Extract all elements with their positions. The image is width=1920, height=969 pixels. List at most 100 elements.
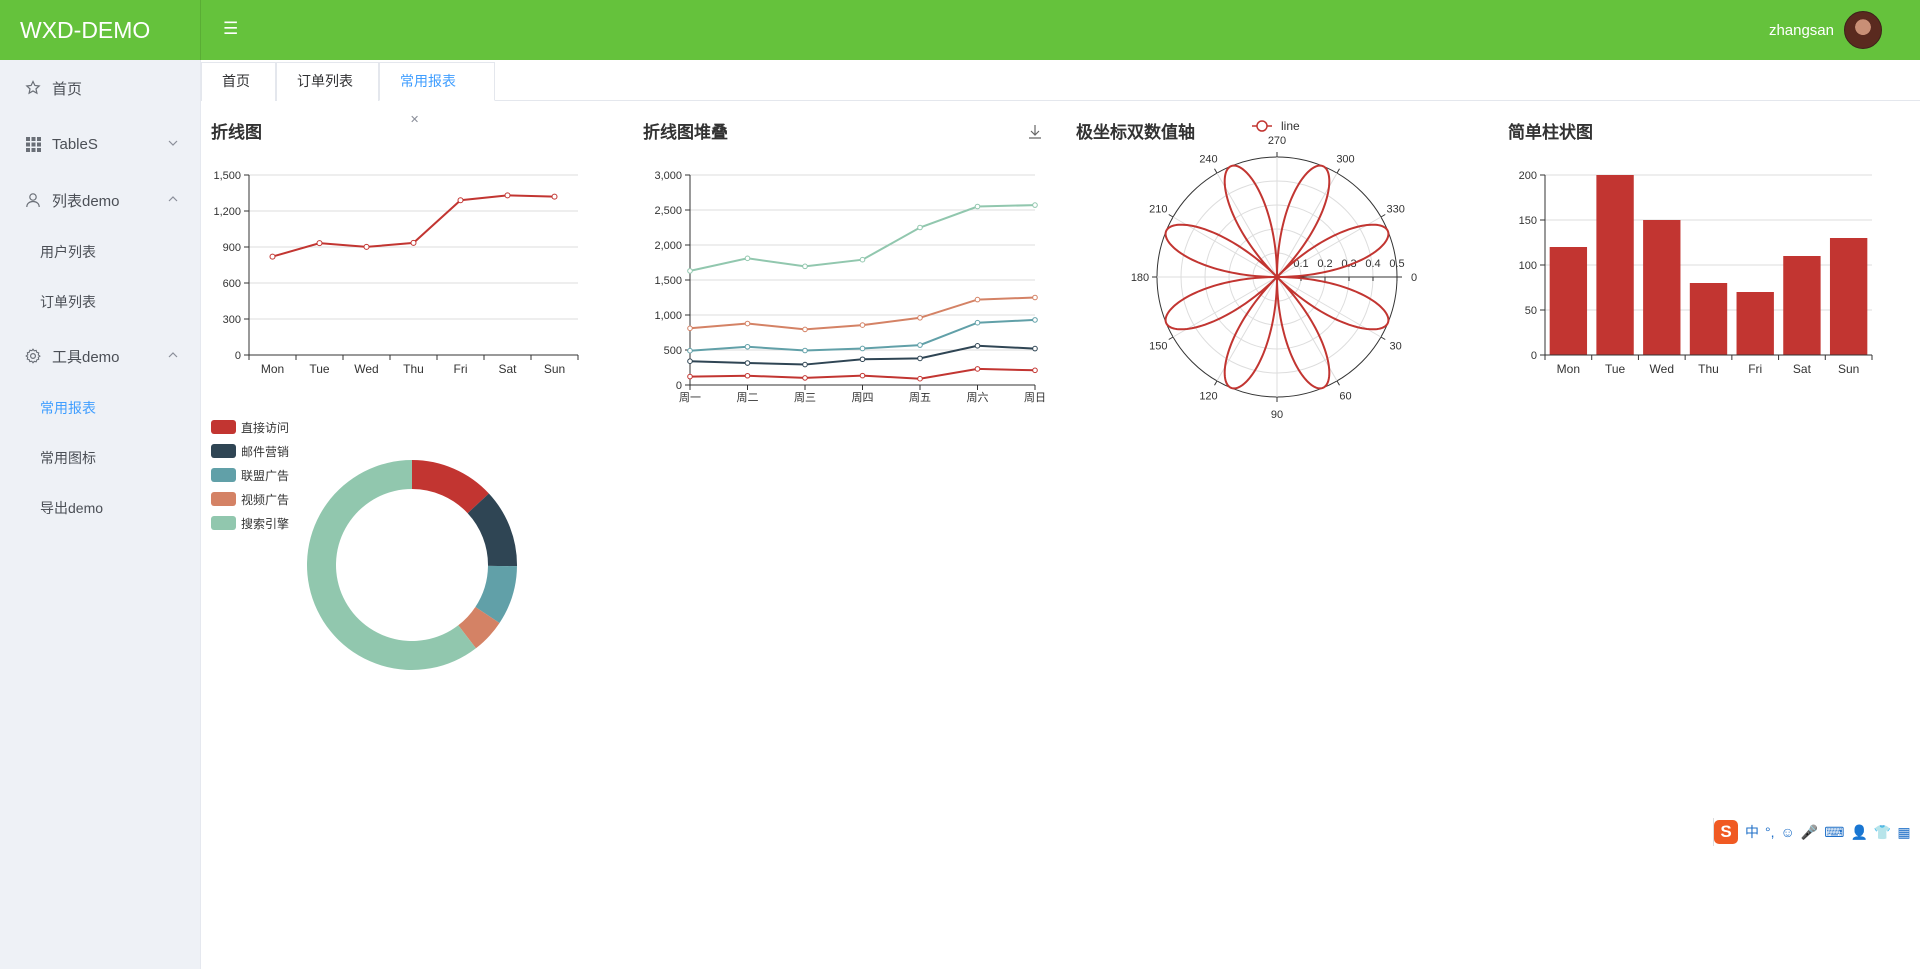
y-tick-label: 0 (235, 350, 241, 362)
data-point (687, 373, 693, 380)
x-tick-label: Thu (1698, 362, 1719, 376)
sidebar-item-list-demo[interactable]: 列表demo (0, 180, 201, 220)
x-tick-label: Wed (1650, 362, 1674, 376)
y-tick-label: 1,500 (654, 275, 682, 287)
bar (1596, 175, 1634, 355)
sidebar-item-export-demo[interactable]: 导出demo (0, 488, 201, 528)
y-tick-label: 0 (676, 380, 682, 392)
sidebar-item-home[interactable]: 首页 (0, 68, 201, 108)
x-tick-label: Tue (1605, 362, 1626, 376)
tab-common-reports[interactable]: 常用报表 ✕ (379, 62, 495, 126)
ime-mode[interactable]: 中 (1745, 822, 1759, 842)
y-tick-label: 0 (1531, 350, 1537, 362)
x-tick-label: 周三 (794, 391, 816, 404)
chart-title-bar: 简单柱状图 (1508, 123, 1593, 142)
ime-punctuation[interactable]: °, (1765, 824, 1775, 840)
sidebar-item-order-list[interactable]: 订单列表 (0, 282, 201, 322)
radius-tick-label: 0.4 (1365, 258, 1380, 270)
data-point (974, 366, 981, 372)
tab-label: 订单列表 (297, 73, 353, 89)
x-tick-label: 周四 (852, 391, 874, 404)
data-point (551, 193, 558, 200)
data-point (687, 347, 693, 354)
microphone-icon[interactable]: 🎤 (1801, 824, 1818, 841)
tab-label: 首页 (222, 73, 250, 89)
legend-swatch (211, 444, 236, 458)
data-point (974, 319, 981, 326)
close-icon[interactable]: ✕ (410, 114, 419, 126)
sogou-logo-icon[interactable]: S (1714, 820, 1738, 844)
username[interactable]: zhangsan (1769, 22, 1834, 39)
tab-order-list[interactable]: 订单列表 (276, 62, 379, 101)
shirt-icon[interactable]: 👕 (1874, 824, 1891, 841)
angle-tick (1214, 168, 1218, 174)
x-tick-label: 周一 (679, 391, 701, 404)
star-icon (24, 79, 42, 97)
y-tick-label: 2,500 (654, 205, 682, 217)
x-tick-label: Mon (1557, 362, 1580, 376)
bar (1549, 247, 1588, 355)
y-tick-label: 3,000 (654, 170, 682, 182)
data-point (1032, 317, 1038, 323)
legend-swatch (211, 468, 236, 482)
sidebar-item-user-list[interactable]: 用户列表 (0, 232, 201, 272)
y-tick-label: 50 (1525, 305, 1537, 317)
data-point (974, 203, 981, 210)
chart-title-line: 折线图 (211, 123, 262, 142)
line-chart: 0 300 600 900 1,200 1,500 Mon Tue Wed Thu Fri Sat Su… (213, 170, 579, 376)
bar (1643, 220, 1681, 355)
sidebar: 首页 TableS 列表demo 用户列表 订单列表 工具demo 常用报表 常… (0, 60, 201, 969)
data-point (1032, 367, 1038, 374)
data-point (859, 345, 866, 352)
stacked-line-chart: 0 500 1,000 1,500 2,000 2,500 3,000 周一 周二 周三 周四 周五 周… (654, 125, 1046, 404)
x-tick-label: Sun (1838, 362, 1859, 376)
data-point (744, 360, 751, 366)
sidebar-item-label: 列表demo (52, 192, 120, 210)
angle-tick-label: 270 (1268, 135, 1286, 147)
data-point (917, 342, 923, 348)
data-point (1032, 345, 1038, 352)
sidebar-item-common-reports[interactable]: 常用报表 (0, 388, 201, 428)
hamburger-menu-icon[interactable]: ☰ (223, 18, 241, 40)
angle-tick-label: 30 (1390, 341, 1402, 353)
angle-tick (1168, 336, 1174, 340)
download-icon (1029, 125, 1041, 139)
angle-tick-label: 60 (1339, 391, 1351, 403)
sidebar-item-tables[interactable]: TableS (0, 124, 201, 164)
x-tick-label: Wed (354, 362, 378, 376)
x-tick-label: Mon (261, 362, 284, 376)
data-point (744, 255, 751, 262)
angle-tick-label: 330 (1386, 204, 1404, 216)
user-menu[interactable]: zhangsan (1769, 11, 1882, 49)
sidebar-item-tool-demo[interactable]: 工具demo (0, 336, 201, 376)
x-tick-label: Tue (309, 362, 330, 376)
data-point (363, 243, 370, 250)
x-tick-label: Fri (1748, 362, 1762, 376)
keyboard-icon[interactable]: ⌨ (1824, 824, 1844, 841)
avatar[interactable] (1844, 11, 1882, 49)
y-tick-label: 100 (1519, 260, 1537, 272)
smile-icon[interactable]: ☺ (1781, 824, 1795, 840)
angle-tick (1336, 168, 1340, 174)
angle-tick (1214, 380, 1218, 386)
app-logo[interactable]: WXD-DEMO (0, 0, 201, 60)
angle-tick (1380, 336, 1386, 340)
user-icon[interactable]: 👤 (1850, 824, 1867, 841)
grid-icon[interactable]: ▦ (1897, 824, 1910, 841)
chevron-up-icon (167, 192, 179, 209)
data-point (744, 343, 751, 350)
bar-chart: 0 50 100 150 200 Mon Tue Wed Thu Fri Sat Sun (1519, 170, 1873, 376)
sidebar-item-common-icons[interactable]: 常用图标 (0, 438, 201, 478)
legend-label: 直接访问 (241, 420, 289, 435)
x-tick-label: Sat (498, 362, 517, 376)
y-tick-label: 500 (664, 345, 682, 357)
data-point (1032, 202, 1038, 208)
data-point (457, 197, 464, 204)
legend-swatch (211, 420, 236, 434)
y-tick-label: 1,200 (213, 206, 241, 218)
tab-home[interactable]: 首页 (201, 62, 276, 101)
bar (1783, 256, 1821, 355)
gear-icon (24, 347, 42, 365)
x-tick-label: Fri (454, 362, 468, 376)
x-tick-label: 周日 (1024, 391, 1046, 404)
